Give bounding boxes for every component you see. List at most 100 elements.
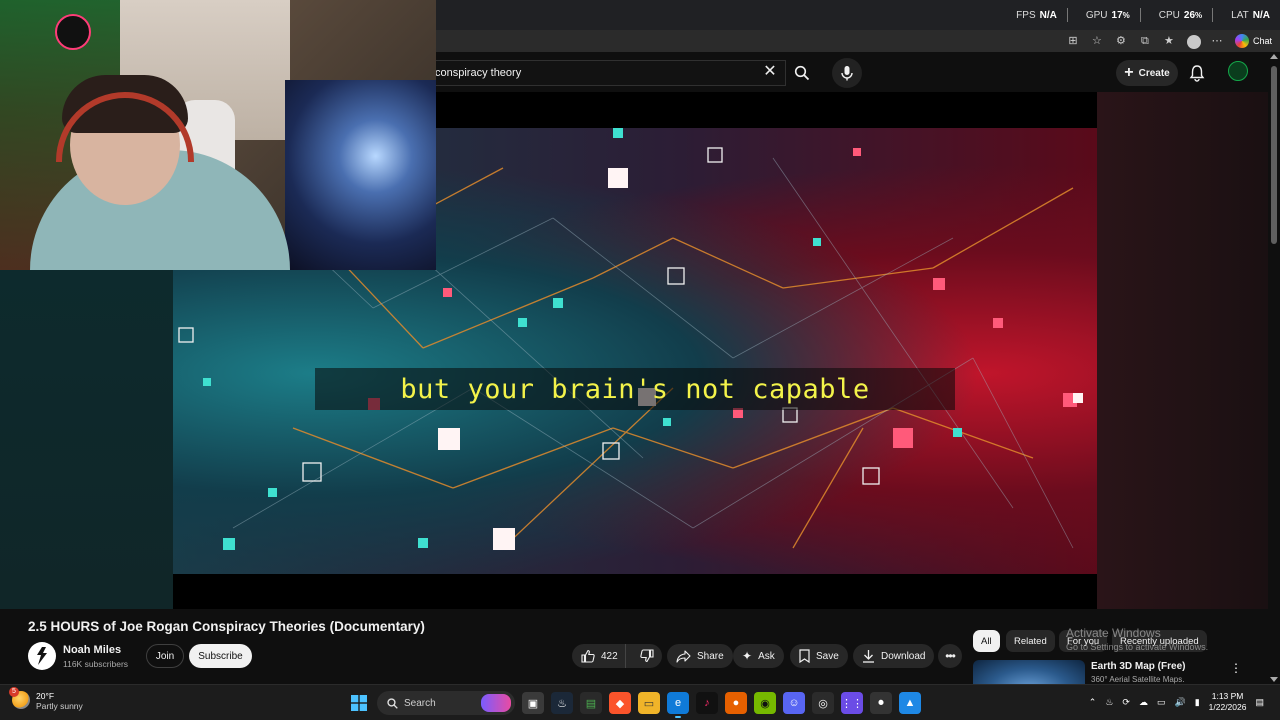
clock-date: 1/22/2026 — [1208, 702, 1247, 712]
activate-windows-subtitle: Go to Settings to activate Windows. — [1066, 642, 1209, 652]
weather-badge: 5 — [9, 687, 19, 697]
file-explorer-icon[interactable]: ▭ — [638, 692, 660, 714]
notifications-bell-icon[interactable] — [1188, 64, 1206, 82]
ask-button[interactable]: ✦ Ask — [733, 644, 784, 668]
gpu-value: 17% — [1111, 9, 1130, 21]
extensions-icon[interactable]: ⚙ — [1115, 35, 1127, 47]
download-label: Download — [881, 650, 926, 662]
task-view-icon[interactable]: ▣ — [522, 692, 544, 714]
edge-browser-icon[interactable]: e — [667, 692, 689, 718]
battery-icon[interactable]: ▮ — [1195, 697, 1200, 708]
lat-stat: LAT N/A — [1231, 10, 1270, 21]
taskbar-apps: Search ▣ ♨ ▤ ◆ ▭ e ♪ ● ◉ ☺ ◎ ⋮⋮ ⏺ ▲ — [348, 691, 921, 718]
scrollbar-thumb[interactable] — [1271, 66, 1277, 244]
microphone-icon — [841, 66, 853, 81]
join-button[interactable]: Join — [146, 644, 184, 668]
sync-tray-icon[interactable]: ⟳ — [1122, 697, 1130, 708]
show-hidden-icons-icon[interactable]: ⌃ — [1089, 697, 1097, 708]
scroll-up-arrow-icon[interactable] — [1270, 54, 1278, 59]
profile-icon[interactable] — [1186, 35, 1201, 49]
channel-name[interactable]: Noah Miles — [63, 644, 121, 656]
network-icon[interactable]: ▭ — [1157, 697, 1166, 708]
channel-subscribers: 116K subscribers — [63, 659, 129, 669]
steam-icon[interactable]: ♨ — [551, 692, 573, 714]
search-highlight-icon — [481, 694, 511, 712]
discord-icon[interactable]: ☺ — [783, 692, 805, 714]
nvidia-icon[interactable]: ◉ — [754, 692, 776, 714]
divider — [1066, 8, 1068, 22]
thumbs-up-icon — [581, 649, 595, 663]
taskbar-search[interactable]: Search — [377, 691, 515, 715]
more-menu-icon[interactable]: ⋯ — [1211, 35, 1223, 47]
brave-browser-icon[interactable]: ◆ — [609, 692, 631, 714]
dislike-button[interactable] — [632, 644, 662, 668]
channel-avatar[interactable] — [28, 642, 56, 670]
chip-related[interactable]: Related — [1006, 630, 1055, 652]
voice-search-button[interactable] — [832, 58, 862, 88]
account-avatar[interactable] — [1228, 61, 1248, 81]
weather-description: Partly sunny — [36, 701, 83, 711]
scroll-down-arrow-icon[interactable] — [1270, 677, 1278, 682]
ask-label: Ask — [758, 650, 775, 662]
channel-logo-icon — [37, 647, 47, 665]
windows-start-icon[interactable] — [348, 692, 370, 714]
clock[interactable]: 1:13 PM 1/22/2026 — [1209, 691, 1247, 713]
photos-icon[interactable]: ▲ — [899, 692, 921, 714]
webcam-poster — [285, 80, 436, 270]
windows-taskbar: 5 20°F Partly sunny Search ▣ ♨ ▤ ◆ ▭ e ♪ — [0, 684, 1280, 720]
firefox-icon[interactable]: ● — [725, 692, 747, 714]
weather-temperature: 20°F — [36, 691, 55, 701]
page-scrollbar[interactable] — [1268, 52, 1280, 684]
lat-label: LAT — [1231, 9, 1249, 21]
download-icon — [863, 650, 874, 663]
spreadsheet-icon[interactable]: ▤ — [580, 692, 602, 714]
grid-app-icon[interactable]: ⋮⋮ — [841, 692, 863, 714]
search-input[interactable]: conspiracy theory — [420, 60, 786, 86]
create-label: Create — [1138, 67, 1170, 79]
chip-all[interactable]: All — [973, 630, 1000, 652]
steam-tray-icon[interactable]: ♨ — [1105, 697, 1113, 708]
activate-windows-title: Activate Windows — [1066, 626, 1161, 640]
share-label: Share — [697, 650, 724, 662]
clear-search-icon[interactable]: ✕ — [762, 64, 778, 80]
search-query: conspiracy theory — [435, 67, 522, 79]
create-button[interactable]: + Create — [1116, 60, 1178, 86]
gpu-stat: GPU 17% — [1086, 10, 1130, 21]
collections-icon[interactable]: ⧉ — [1139, 35, 1151, 47]
like-count: 422 — [601, 650, 618, 662]
download-button[interactable]: Download — [853, 644, 935, 668]
favorite-star-icon[interactable]: ☆ — [1091, 35, 1103, 47]
recommendation-subtitle: 360° Aerial Satellite Maps. — [1091, 675, 1185, 684]
divider — [1139, 8, 1141, 22]
gpu-label: GPU — [1085, 9, 1108, 21]
obs-icon[interactable]: ◎ — [812, 692, 834, 714]
thumbs-down-icon — [640, 649, 654, 663]
recorder-icon[interactable]: ⏺ — [870, 692, 892, 714]
fps-stat: FPS N/A — [1016, 10, 1057, 21]
recommendation-menu-icon[interactable]: ⋮ — [1230, 661, 1242, 675]
weather-widget[interactable]: 5 20°F Partly sunny — [9, 687, 83, 711]
save-label: Save — [816, 650, 839, 662]
browser-toolbar: ⊞ ☆ ⚙ ⧉ ★ ⋯ Chat — [436, 30, 1280, 52]
like-dislike-group: 422 — [572, 644, 662, 668]
divider — [1212, 8, 1214, 22]
more-actions-button[interactable]: ••• — [938, 644, 962, 668]
subscribe-button[interactable]: Subscribe — [189, 644, 252, 668]
partly-sunny-icon: 5 — [9, 687, 30, 709]
more-horizontal-icon: ••• — [945, 649, 956, 663]
search-button[interactable] — [788, 60, 816, 86]
split-screen-icon[interactable]: ⊞ — [1067, 35, 1079, 47]
volume-icon[interactable]: 🔊 — [1174, 697, 1185, 708]
cpu-stat: CPU 26% — [1159, 10, 1202, 21]
copilot-chat-button[interactable]: Chat — [1234, 34, 1272, 48]
video-metadata: 2.5 HOURS of Joe Rogan Conspiracy Theori… — [0, 609, 1268, 690]
notifications-icon[interactable]: ▤ — [1255, 697, 1264, 708]
save-button[interactable]: Save — [790, 644, 848, 668]
cpu-value: 26% — [1183, 9, 1203, 21]
favorites-icon[interactable]: ★ — [1163, 35, 1175, 47]
recommendation-title[interactable]: Earth 3D Map (Free) — [1091, 661, 1185, 672]
onedrive-tray-icon[interactable]: ☁ — [1139, 697, 1148, 708]
like-button[interactable]: 422 — [572, 644, 627, 668]
share-button[interactable]: Share — [667, 644, 733, 668]
tiktok-icon[interactable]: ♪ — [696, 692, 718, 714]
